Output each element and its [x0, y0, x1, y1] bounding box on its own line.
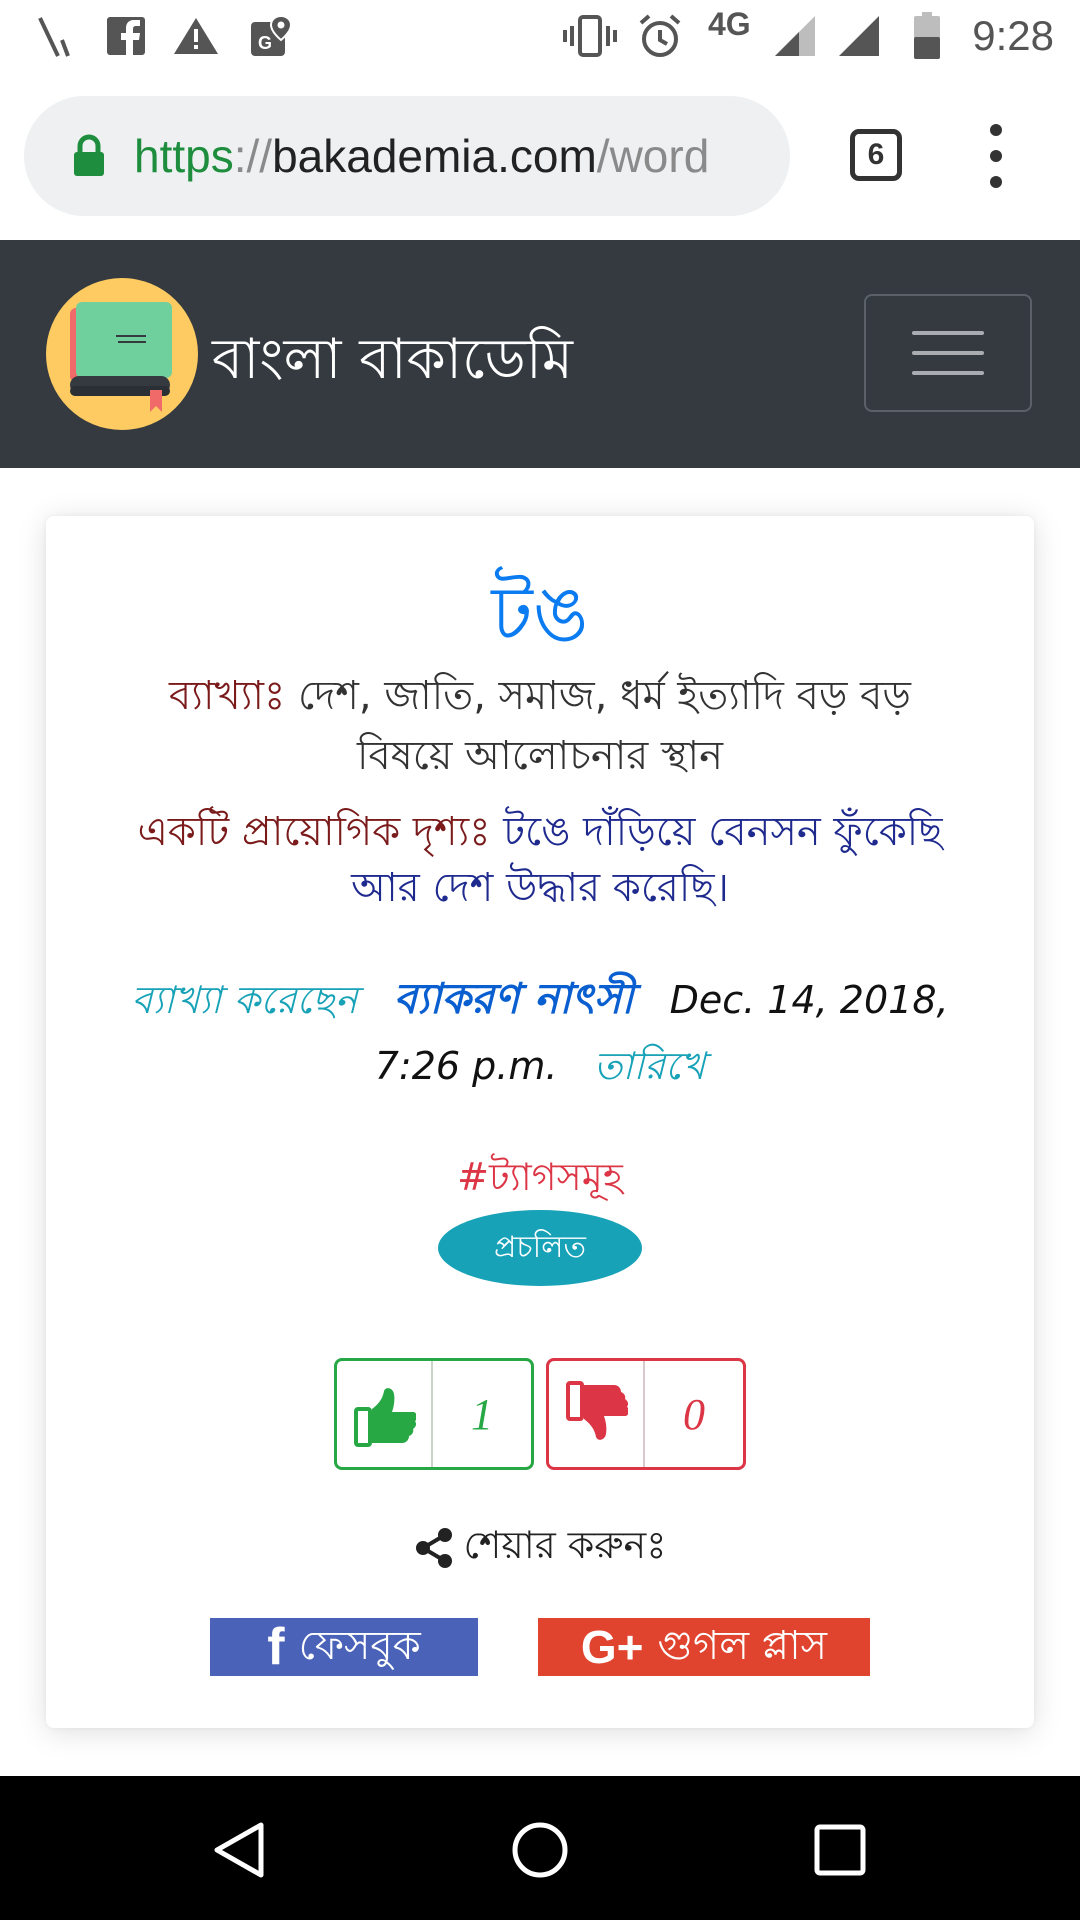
screen: G 4G 9:28 https://bakademia.com/word 6 ব… [0, 0, 1080, 1920]
date-suffix: তারিখে [593, 1044, 706, 1088]
navbar-toggle-button[interactable] [864, 294, 1032, 412]
tag-badge[interactable]: প্রচলিত [438, 1210, 642, 1286]
downvote-button[interactable]: 0 [546, 1358, 746, 1470]
definition-text: দেশ, জাতি, সমাজ, ধর্ম ইত্যাদি বড় বড় বি… [298, 673, 911, 779]
explained-by-label: ব্যাখ্যা করেছেন [131, 978, 358, 1022]
google-plus-icon: G+ [580, 1621, 644, 1673]
word-card: টঙ ব্যাখ্যাঃ দেশ, জাতি, সমাজ, ধর্ম ইত্যা… [46, 516, 1034, 1728]
url-path: /word [596, 130, 710, 182]
tags-heading: #ট্যাগসমূহ [457, 1155, 623, 1199]
battery-icon [910, 10, 944, 62]
cell-signal-icon [772, 10, 818, 62]
attribution: ব্যাখ্যা করেছেন ব্যাকরণ নাৎসী Dec. 14, 2… [106, 966, 974, 1099]
lock-icon [74, 134, 104, 176]
url-text[interactable]: https://bakademia.com/word [134, 129, 709, 183]
signal-off-icon [34, 10, 74, 62]
google-plus-share-button[interactable]: G+ গুগল প্লাস [538, 1618, 870, 1676]
android-navigation-bar [0, 1776, 1080, 1920]
network-type: 4G [708, 6, 751, 42]
site-navbar: বাংলা বাকাডেমি [0, 240, 1080, 468]
word-title: টঙ [491, 569, 589, 658]
example-label: একটি প্রায়োগিক দৃশ্যঃ [137, 809, 491, 855]
address-bar[interactable]: https://bakademia.com/word [24, 96, 790, 216]
home-icon[interactable] [500, 1810, 580, 1890]
browser-toolbar: https://bakademia.com/word 6 [0, 76, 1080, 240]
warning-icon [172, 10, 220, 62]
overflow-menu-icon[interactable] [984, 124, 1008, 188]
definition: ব্যাখ্যাঃ দেশ, জাতি, সমাজ, ধর্ম ইত্যাদি … [116, 666, 964, 786]
svg-text:G: G [258, 33, 272, 53]
cell-signal-icon [836, 10, 882, 62]
back-icon[interactable] [200, 1810, 280, 1890]
alarm-icon [636, 10, 684, 62]
facebook-icon: f [267, 1618, 285, 1676]
vibrate-icon [562, 10, 618, 62]
maps-icon: G [248, 10, 294, 62]
share-label: শেয়ার করুনঃ [463, 1523, 667, 1567]
share-heading: শেয়ার করুনঃ [46, 1516, 1034, 1580]
site-brand[interactable]: বাংলা বাকাডেমি [212, 316, 573, 410]
author-link[interactable]: ব্যাকরণ নাৎসী [394, 974, 634, 1023]
example-sentence: একটি প্রায়োগিক দৃশ্যঃ টঙে দাঁড়িয়ে বেন… [116, 804, 964, 916]
definition-label: ব্যাখ্যাঃ [169, 673, 286, 719]
facebook-share-label: ফেসবুক [298, 1622, 421, 1669]
thumbs-down-icon [549, 1361, 645, 1467]
upvote-button[interactable]: 1 [334, 1358, 534, 1470]
share-icon [415, 1528, 452, 1568]
downvote-count: 0 [683, 1389, 705, 1439]
thumbs-up-icon [337, 1361, 433, 1467]
url-scheme: https [134, 130, 234, 182]
google-plus-share-label: গুগল প্লাস [657, 1622, 828, 1669]
recents-icon[interactable] [800, 1810, 880, 1890]
facebook-icon [104, 10, 148, 62]
clock: 9:28 [972, 12, 1054, 59]
facebook-share-button[interactable]: f ফেসবুক [210, 1618, 478, 1676]
url-separator: :// [233, 130, 273, 182]
book-logo-icon[interactable] [46, 278, 198, 430]
upvote-count: 1 [471, 1389, 493, 1439]
url-host: bakademia.com [272, 130, 597, 182]
status-bar: G 4G 9:28 [0, 0, 1080, 76]
tab-switcher-button[interactable]: 6 [850, 129, 902, 181]
